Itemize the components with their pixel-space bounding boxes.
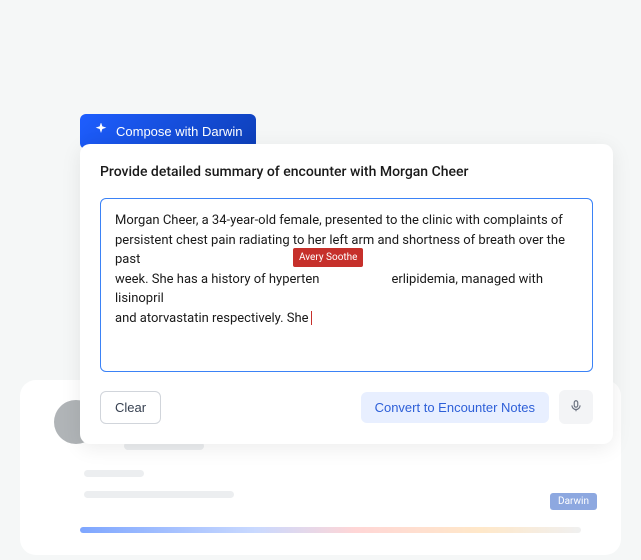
text-line: week. She has a history of hypertenerlip… — [115, 270, 578, 309]
sparkle-icon — [94, 123, 108, 140]
collaborator-tag: Avery Soothe — [293, 248, 363, 267]
card-title: Provide detailed summary of encounter wi… — [100, 164, 593, 180]
assistant-tag: Darwin — [550, 493, 597, 510]
compose-button-label: Compose with Darwin — [116, 124, 242, 139]
skeleton-line — [84, 491, 234, 498]
card-footer: Clear Convert to Encounter Notes — [100, 390, 593, 424]
microphone-button[interactable] — [559, 390, 593, 424]
microphone-icon — [569, 399, 583, 416]
clear-button[interactable]: Clear — [100, 391, 161, 424]
progress-bar — [80, 527, 581, 533]
skeleton-line — [84, 470, 144, 477]
encounter-card: Provide detailed summary of encounter wi… — [80, 144, 613, 444]
convert-button[interactable]: Convert to Encounter Notes — [361, 392, 549, 423]
cursor-caret — [311, 311, 312, 325]
text-line: and atorvastatin respectively. She — [115, 309, 578, 329]
encounter-textarea[interactable]: Morgan Cheer, a 34-year-old female, pres… — [100, 198, 593, 372]
textarea-content: Morgan Cheer, a 34-year-old female, pres… — [115, 211, 578, 328]
text-line: Morgan Cheer, a 34-year-old female, pres… — [115, 211, 578, 231]
